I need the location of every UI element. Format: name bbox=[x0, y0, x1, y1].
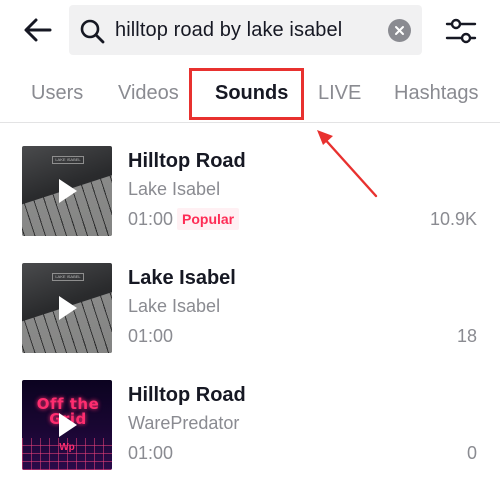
clear-x-icon bbox=[395, 26, 404, 35]
popular-badge: Popular bbox=[177, 208, 240, 230]
tab-hashtags[interactable]: Hashtags bbox=[394, 64, 479, 122]
arrow-left-icon bbox=[24, 18, 52, 42]
cover-art-logo: Wp bbox=[59, 442, 75, 453]
sound-list-item[interactable]: LAKE ISABEL Hilltop Road Lake Isabel 01:… bbox=[0, 146, 500, 246]
search-box[interactable] bbox=[69, 5, 422, 55]
sound-title: Hilltop Road bbox=[128, 150, 246, 172]
sound-duration: 01:00 bbox=[128, 326, 174, 346]
play-icon bbox=[59, 179, 77, 203]
clear-search-button[interactable] bbox=[388, 19, 411, 42]
tab-videos[interactable]: Videos bbox=[118, 64, 179, 122]
tab-live[interactable]: LIVE bbox=[318, 64, 361, 122]
back-button[interactable] bbox=[22, 14, 54, 46]
search-icon bbox=[80, 19, 105, 44]
sound-list-item[interactable]: LAKE ISABEL Lake Isabel Lake Isabel 01:0… bbox=[0, 263, 500, 363]
tab-users[interactable]: Users bbox=[31, 64, 83, 122]
play-icon bbox=[59, 296, 77, 320]
sound-duration: 01:00 bbox=[128, 209, 174, 229]
sound-use-count: 0 bbox=[466, 443, 477, 463]
sound-list-item[interactable]: Off the Grid Wp Hilltop Road WarePredato… bbox=[0, 380, 500, 480]
tab-sounds[interactable]: Sounds bbox=[215, 64, 288, 122]
sliders-icon bbox=[445, 18, 477, 44]
sound-title: Hilltop Road bbox=[128, 384, 246, 406]
sound-title: Lake Isabel bbox=[128, 267, 236, 289]
sound-cover[interactable]: Off the Grid Wp bbox=[22, 380, 112, 470]
sound-use-count: 10.9K bbox=[429, 209, 477, 229]
sound-cover[interactable]: LAKE ISABEL bbox=[22, 146, 112, 236]
sound-artist: Lake Isabel bbox=[128, 296, 221, 316]
sound-artist: Lake Isabel bbox=[128, 179, 221, 199]
search-input[interactable] bbox=[115, 5, 375, 55]
sound-duration: 01:00 bbox=[128, 443, 174, 463]
cover-tag: LAKE ISABEL bbox=[52, 156, 84, 164]
search-header bbox=[0, 0, 500, 64]
filter-button[interactable] bbox=[445, 16, 477, 46]
sound-cover[interactable]: LAKE ISABEL bbox=[22, 263, 112, 353]
cover-tag: LAKE ISABEL bbox=[52, 273, 84, 281]
play-icon bbox=[59, 413, 77, 437]
sound-artist: WarePredator bbox=[128, 413, 240, 433]
sound-use-count: 18 bbox=[456, 326, 477, 346]
search-tabs: Users Videos Sounds LIVE Hashtags bbox=[0, 64, 500, 123]
